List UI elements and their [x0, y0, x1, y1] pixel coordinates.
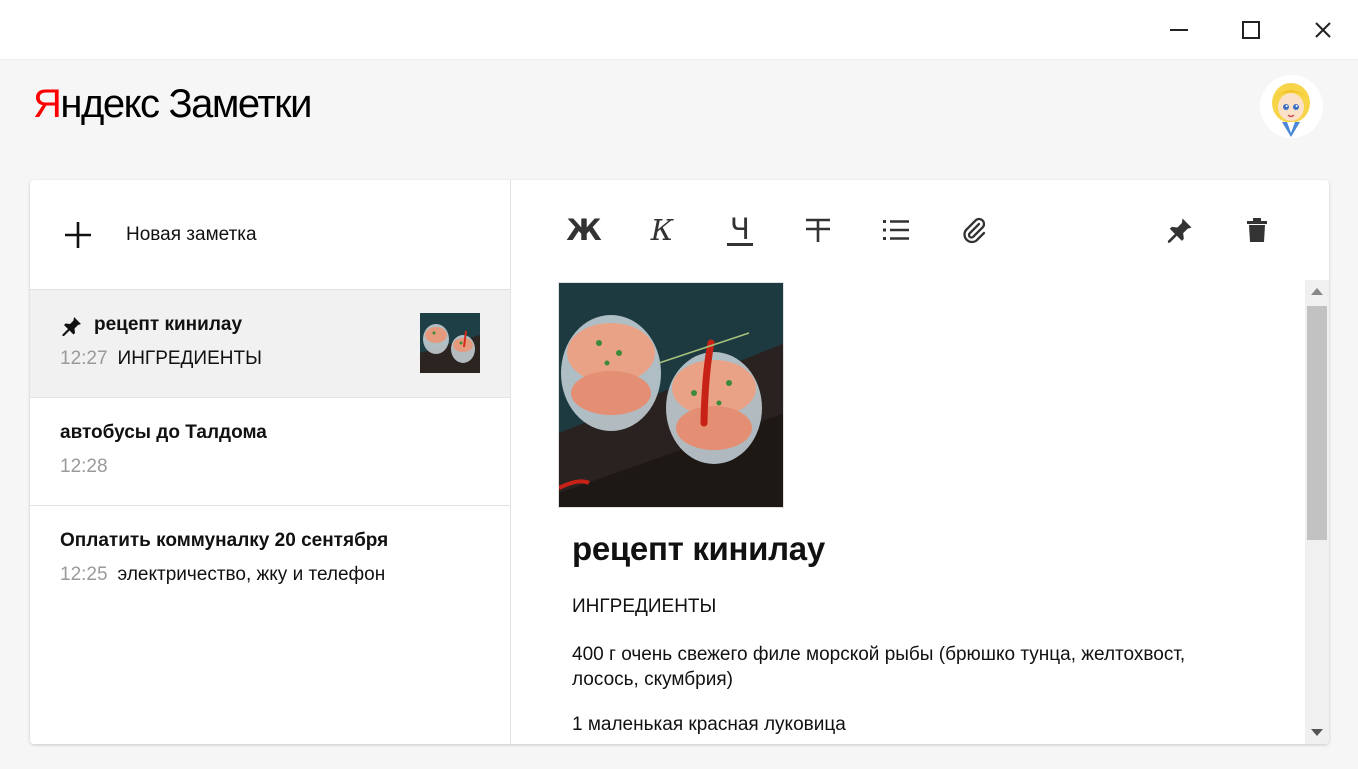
pin-icon: [62, 317, 81, 336]
note-list-item[interactable]: автобусы до Талдома 12:28: [30, 398, 510, 506]
minimize-icon: [1170, 29, 1188, 31]
trash-icon: [1247, 218, 1267, 242]
underline-label: Ч: [727, 214, 753, 246]
strikethrough-button[interactable]: [798, 210, 838, 250]
note-paragraph: ИНГРЕДИЕНТЫ: [572, 596, 717, 617]
note-list-item[interactable]: рецепт кинилау 12:27 ИНГРЕДИЕНТЫ: [30, 290, 510, 398]
note-time: 12:28: [60, 456, 108, 477]
close-icon: [1315, 22, 1331, 38]
close-button[interactable]: [1303, 10, 1343, 50]
list-icon: [883, 220, 909, 240]
window-titlebar: [0, 0, 1358, 60]
maximize-icon: [1242, 21, 1260, 39]
new-note-label: Новая заметка: [126, 224, 257, 245]
food-photo-image: [559, 283, 783, 507]
new-note-button[interactable]: Новая заметка: [30, 180, 510, 290]
delete-note-button[interactable]: [1237, 210, 1277, 250]
strikethrough-icon: [806, 218, 830, 242]
note-preview: ИНГРЕДИЕНТЫ: [117, 348, 262, 369]
note-editor: Ж К Ч рецепт кинилау ИНГРЕДИЕНТЫ 400 г о…: [512, 180, 1329, 744]
app-logo[interactable]: Яндекс Заметки: [33, 78, 313, 130]
pin-icon: [1167, 218, 1192, 243]
note-heading: рецепт кинилау: [572, 530, 825, 567]
note-meta: 12:27 ИНГРЕДИЕНТЫ: [60, 348, 262, 370]
note-paragraph: 400 г очень свежего филе морской рыбы (б…: [572, 644, 1186, 690]
paperclip-icon: [963, 217, 986, 244]
italic-button[interactable]: К: [642, 210, 682, 250]
note-title: Оплатить коммуналку 20 сентября: [60, 530, 389, 551]
logo-brand-rest: ндекс: [60, 82, 160, 126]
scroll-down-arrow-icon[interactable]: [1311, 729, 1323, 736]
note-time: 12:27: [60, 348, 108, 369]
note-meta: 12:28: [60, 456, 118, 478]
minimize-button[interactable]: [1159, 10, 1199, 50]
underline-button[interactable]: Ч: [720, 210, 760, 250]
plus-icon: [65, 222, 91, 248]
notes-card: Новая заметка рецепт кинилау 12:27 ИНГРЕД…: [30, 180, 1329, 744]
pin-note-button[interactable]: [1160, 210, 1200, 250]
note-thumbnail-image: [420, 313, 480, 373]
attach-button[interactable]: [954, 210, 994, 250]
note-title: автобусы до Талдома: [60, 422, 267, 443]
note-image[interactable]: [558, 282, 784, 508]
maximize-button[interactable]: [1231, 10, 1271, 50]
scrollbar-thumb[interactable]: [1307, 306, 1327, 540]
editor-scrollbar[interactable]: [1305, 280, 1329, 744]
note-list-item[interactable]: Оплатить коммуналку 20 сентября 12:25 эле…: [30, 506, 510, 614]
user-avatar[interactable]: [1260, 75, 1323, 138]
note-title: рецепт кинилау: [94, 314, 243, 335]
note-meta: 12:25 электричество, жку и телефон: [60, 564, 385, 586]
logo-brand-first-letter: Я: [33, 82, 62, 126]
note-preview: электричество, жку и телефон: [117, 564, 386, 585]
alice-avatar-icon: [1260, 75, 1323, 138]
note-content[interactable]: рецепт кинилау ИНГРЕДИЕНТЫ 400 г очень с…: [512, 280, 1304, 744]
note-time: 12:25: [60, 564, 108, 585]
notes-sidebar: Новая заметка рецепт кинилау 12:27 ИНГРЕД…: [30, 180, 511, 744]
logo-product: Заметки: [168, 82, 313, 126]
format-toolbar: Ж К Ч: [512, 180, 1329, 280]
list-button[interactable]: [876, 210, 916, 250]
note-paragraph: 1 маленькая красная луковица: [572, 714, 846, 735]
scroll-up-arrow-icon[interactable]: [1311, 288, 1323, 295]
bold-button[interactable]: Ж: [564, 210, 604, 250]
